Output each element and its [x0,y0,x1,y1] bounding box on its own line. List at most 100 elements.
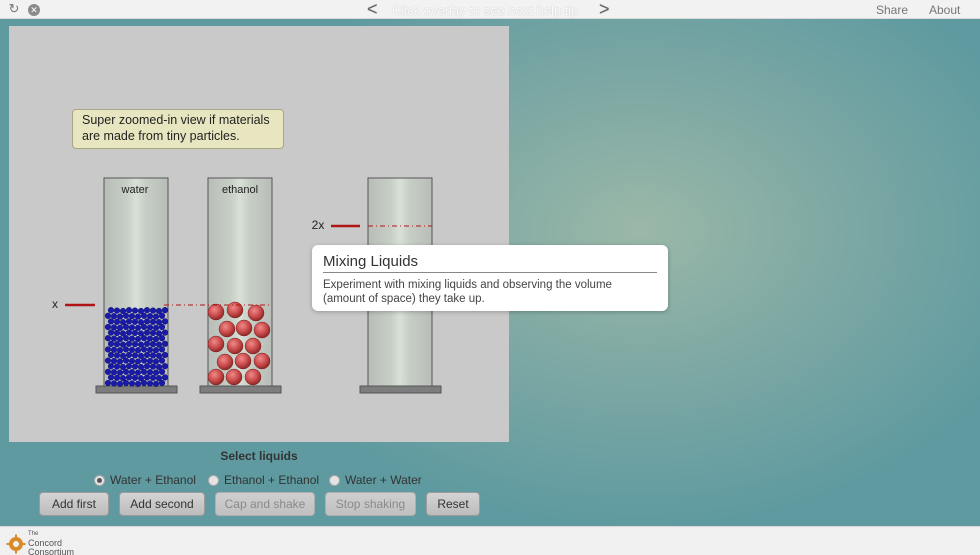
ethanol-particle [226,301,244,319]
water-particle [131,363,139,370]
water-particle [137,330,145,337]
tooltip-body: Experiment with mixing liquids and obser… [323,279,612,305]
water-particle [128,380,136,387]
water-particle [110,313,118,320]
water-particle [104,379,112,387]
water-particle [107,318,115,325]
water-particle [143,340,151,347]
radio-button-icon[interactable] [208,474,219,486]
tooltip-divider [323,272,657,273]
water-particle [152,324,160,331]
radio-label: Water + Ethanol [110,473,196,487]
water-particle [131,374,139,381]
water-particle [143,329,151,336]
water-particle [134,324,142,331]
water-particle [155,363,163,371]
water-particle [161,351,169,359]
radio-label: Water + Water [345,473,422,487]
water-particle [152,313,160,320]
radio-button-icon[interactable] [94,474,105,486]
water-particle [143,363,151,370]
water-particle [110,357,118,365]
add-second-button[interactable]: Add second [119,492,205,516]
cap-and-shake-button[interactable]: Cap and shake [215,492,315,516]
ethanol-particle [234,352,252,370]
water-particle [134,358,142,365]
water-particle [104,357,112,364]
water-particle [113,341,121,348]
reload-icon[interactable]: ↻ [7,1,21,16]
help-tip-bar[interactable]: < Click overlay to see next help tip > [363,0,618,20]
radio-water-ethanol[interactable]: Water + Ethanol [94,472,196,488]
help-prev-arrow[interactable]: < [367,0,378,20]
radio-ethanol-ethanol[interactable]: Ethanol + Ethanol [208,472,319,488]
water-particle [116,369,124,376]
water-particle [149,352,157,359]
water-particle [149,363,157,370]
reset-button[interactable]: Reset [426,492,480,516]
stop-shaking-button[interactable]: Stop shaking [325,492,416,516]
water-particle [113,374,121,381]
water-particle [128,313,136,320]
water-particle [125,351,133,359]
water-particle [137,375,145,382]
water-particle [125,307,133,314]
cylinder-label-water: water [121,184,149,196]
water-particle [137,341,145,348]
water-particle [110,324,118,331]
water-particle [161,363,169,370]
water-particle [152,358,160,365]
radio-button-icon[interactable] [329,474,340,486]
help-tooltip[interactable]: Mixing Liquids Experiment with mixing li… [312,245,668,311]
water-particle [116,313,124,320]
ethanol-particle [253,352,271,370]
water-particle [110,369,118,376]
share-link[interactable]: Share [876,3,908,17]
water-particle [128,324,136,331]
water-particle [128,346,136,353]
water-particle [113,318,121,325]
water-particle [131,329,139,337]
water-particle [146,313,154,320]
simulation-panel: water ethanol x 2x Super zoomed-in view … [9,26,509,442]
water-particle [110,380,118,387]
water-particle [155,341,163,348]
concord-consortium-logo[interactable]: The Concord Consortium [6,530,74,555]
water-particle [116,335,124,343]
water-particle [104,346,112,353]
water-particle [116,380,124,387]
about-link[interactable]: About [929,3,960,17]
close-icon[interactable]: ✕ [28,4,40,16]
ethanol-particle [207,335,225,353]
water-particle [149,374,157,381]
water-particle [107,329,115,336]
water-particle [131,318,139,325]
water-particle [125,374,133,381]
water-particle [137,363,145,371]
water-particle [104,335,112,342]
water-particle [134,369,142,376]
water-particle [149,318,157,325]
water-particle [107,351,115,359]
water-particle [119,319,127,326]
ethanol-particle [207,303,225,321]
water-particle [116,324,124,331]
water-particle [152,335,160,343]
water-particle [119,352,127,359]
water-particle [152,369,160,376]
add-first-button[interactable]: Add first [39,492,109,516]
radio-water-water[interactable]: Water + Water [329,472,422,488]
water-particle [155,352,163,359]
water-particle [119,341,127,348]
water-particle [104,312,112,319]
water-particle [113,329,121,337]
water-particle [131,307,139,314]
logo-text: The Concord Consortium [28,530,74,555]
select-liquids-label: Select liquids [220,449,298,463]
water-particle [113,363,121,370]
water-particle [134,313,142,320]
help-tip-text[interactable]: Click overlay to see next help tip [392,3,578,18]
help-next-arrow[interactable]: > [599,0,610,20]
ethanol-particle [253,321,271,339]
footer: The Concord Consortium [0,526,980,555]
